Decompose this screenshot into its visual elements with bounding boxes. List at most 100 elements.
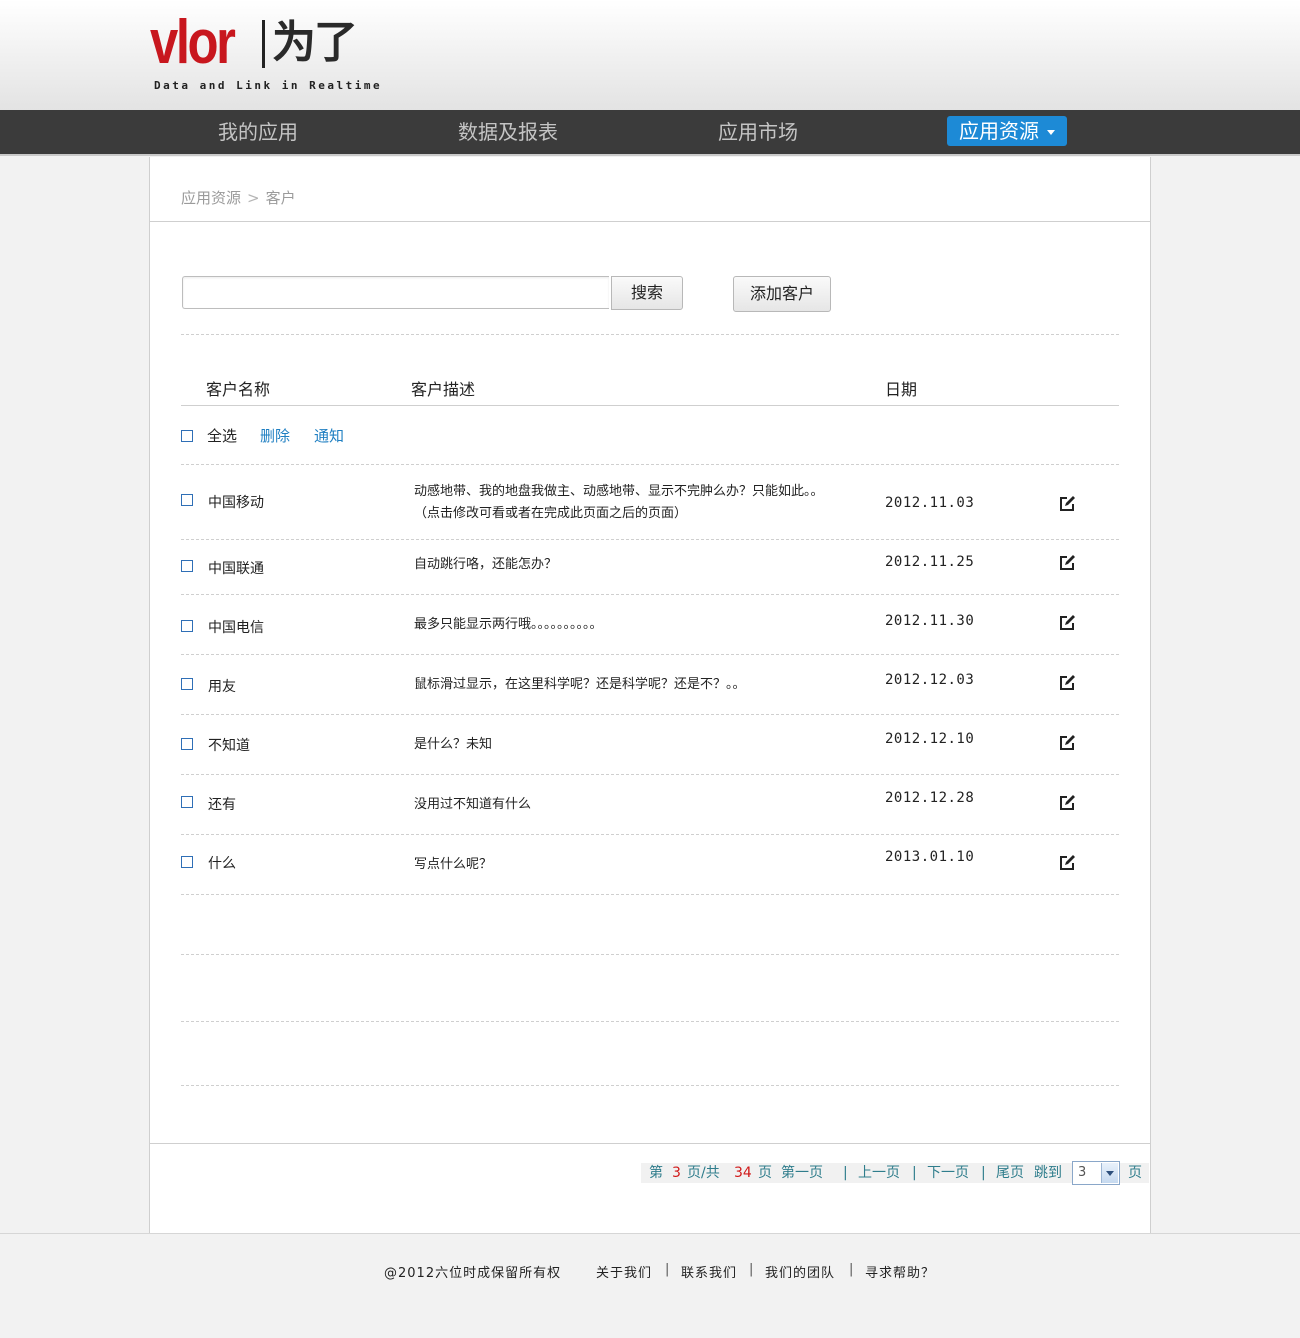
customer-date: 2012.12.03 <box>885 672 975 688</box>
edit-icon[interactable] <box>1058 614 1076 632</box>
customer-date: 2012.11.03 <box>885 495 975 511</box>
delete-link[interactable]: 删除 <box>260 425 290 446</box>
nav-item-app-resources-label: 应用资源 <box>959 119 1039 143</box>
row-checkbox[interactable] <box>181 494 193 506</box>
edit-icon[interactable] <box>1058 854 1076 872</box>
edit-icon[interactable] <box>1058 674 1076 692</box>
toolbar-divider <box>181 334 1119 335</box>
edit-icon[interactable] <box>1058 554 1076 572</box>
jump-label: 跳到 <box>1034 1165 1062 1181</box>
pagination-divider <box>150 1143 1150 1144</box>
nav-item-app-resources[interactable]: 应用资源 <box>947 116 1067 146</box>
pagination-prefix: 第 <box>649 1165 663 1181</box>
page-jump-value: 3 <box>1078 1165 1087 1180</box>
nav-item-app-market[interactable]: 应用市场 <box>718 110 798 154</box>
site-footer: @2012六位时成保留所有权 关于我们 | 联系我们 | 我们的团队 | 寻求帮… <box>0 1233 1300 1338</box>
footer-separator: | <box>849 1262 855 1277</box>
customer-date: 2013.01.10 <box>885 849 975 865</box>
edit-icon[interactable] <box>1058 794 1076 812</box>
notify-link[interactable]: 通知 <box>314 425 344 446</box>
footer-separator: | <box>665 1262 671 1277</box>
pagination-current-page: 3 <box>672 1165 681 1181</box>
row-divider <box>181 594 1119 595</box>
search-button[interactable]: 搜索 <box>611 276 683 310</box>
search-input[interactable] <box>182 276 609 309</box>
nav-item-my-apps[interactable]: 我的应用 <box>218 110 298 154</box>
customer-date: 2012.12.10 <box>885 731 975 747</box>
nav-item-data-reports[interactable]: 数据及报表 <box>458 110 558 154</box>
customer-name: 还有 <box>208 797 236 813</box>
chevron-down-icon <box>1101 1163 1118 1183</box>
footer-link-team[interactable]: 我们的团队 <box>765 1262 835 1281</box>
pagination-separator: | <box>843 1165 848 1181</box>
pagination-total-pages: 34 <box>734 1165 752 1181</box>
customer-description: 没用过不知道有什么 <box>414 797 532 812</box>
customer-name: 中国移动 <box>208 495 264 511</box>
logo-cjk-text: 为了 <box>272 17 358 68</box>
table-header-divider <box>181 405 1119 406</box>
content-panel: 应用资源 > 客户 搜索 添加客户 客户名称 客户描述 日期 全选 删除 通知 中国… <box>149 157 1151 1233</box>
pagination-mid: 页/共 <box>687 1165 720 1181</box>
edit-icon[interactable] <box>1058 495 1076 513</box>
pagination-separator: | <box>912 1165 917 1181</box>
empty-row-divider <box>181 954 1119 955</box>
jump-suffix: 页 <box>1128 1165 1142 1181</box>
site-header: vlor 为了 Data and Link in Realtime <box>0 0 1300 110</box>
customer-name: 不知道 <box>208 738 250 754</box>
copyright-text: @2012六位时成保留所有权 <box>384 1266 562 1281</box>
customer-name: 什么 <box>208 856 236 872</box>
row-checkbox[interactable] <box>181 856 193 868</box>
customer-description: 鼠标滑过显示，在这里科学呢？还是科学呢？还是不？。。 <box>414 677 746 692</box>
customer-description: 是什么？未知 <box>414 737 493 752</box>
breadcrumb: 应用资源 > 客户 <box>181 187 296 208</box>
row-checkbox[interactable] <box>181 738 193 750</box>
footer-separator: | <box>749 1262 755 1277</box>
customer-date: 2012.11.30 <box>885 613 975 629</box>
customer-description: 写点什么呢？ <box>414 857 493 872</box>
logo-divider <box>262 20 265 68</box>
add-customer-button[interactable]: 添加客户 <box>733 276 831 312</box>
breadcrumb-divider <box>150 221 1150 222</box>
empty-row-divider <box>181 1085 1119 1086</box>
page-jump-select[interactable]: 3 <box>1072 1161 1120 1185</box>
row-checkbox[interactable] <box>181 678 193 690</box>
row-divider <box>181 654 1119 655</box>
empty-row-divider <box>181 1021 1119 1022</box>
breadcrumb-item-app-resources[interactable]: 应用资源 <box>181 189 241 207</box>
footer-link-contact[interactable]: 联系我们 <box>681 1262 737 1281</box>
row-checkbox[interactable] <box>181 796 193 808</box>
column-header-description: 客户描述 <box>411 380 476 399</box>
customer-description: 自动跳行咯，还能怎办？ <box>414 557 558 572</box>
row-divider <box>181 834 1119 835</box>
prev-page-link[interactable]: 上一页 <box>858 1163 900 1183</box>
row-divider <box>181 774 1119 775</box>
column-header-date: 日期 <box>885 380 918 399</box>
first-page-link[interactable]: 第一页 <box>781 1163 823 1183</box>
select-all-label[interactable]: 全选 <box>207 425 237 446</box>
last-page-link[interactable]: 尾页 <box>996 1163 1024 1183</box>
breadcrumb-item-customers: 客户 <box>265 189 296 207</box>
edit-icon[interactable] <box>1058 734 1076 752</box>
logo-tagline: Data and Link in Realtime <box>154 79 383 92</box>
row-checkbox[interactable] <box>181 620 193 632</box>
row-divider <box>181 714 1119 715</box>
select-all-checkbox[interactable] <box>181 430 193 442</box>
row-divider <box>181 539 1119 540</box>
next-page-link[interactable]: 下一页 <box>927 1163 969 1183</box>
row-checkbox[interactable] <box>181 560 193 572</box>
row-divider <box>181 894 1119 895</box>
pagination-suffix: 页 <box>758 1165 772 1181</box>
customer-description: 动感地带、我的地盘我做主、动感地带、显示不完肿么办？只能如此。。（点击修改可看或… <box>414 484 824 521</box>
logo-latin-text: vlor <box>150 8 236 77</box>
site-logo[interactable]: vlor 为了 Data and Link in Realtime <box>150 8 380 96</box>
pagination-separator: | <box>981 1165 986 1181</box>
footer-link-about[interactable]: 关于我们 <box>596 1262 652 1281</box>
chevron-down-icon <box>1047 130 1055 135</box>
column-header-name: 客户名称 <box>206 380 271 399</box>
customer-date: 2012.11.25 <box>885 554 975 570</box>
main-nav: 我的应用 数据及报表 应用市场 应用资源 <box>0 110 1300 156</box>
footer-link-help[interactable]: 寻求帮助？ <box>865 1262 935 1281</box>
customer-name: 用友 <box>208 679 236 695</box>
breadcrumb-separator-icon: > <box>247 189 260 207</box>
customer-name: 中国电信 <box>208 620 264 636</box>
